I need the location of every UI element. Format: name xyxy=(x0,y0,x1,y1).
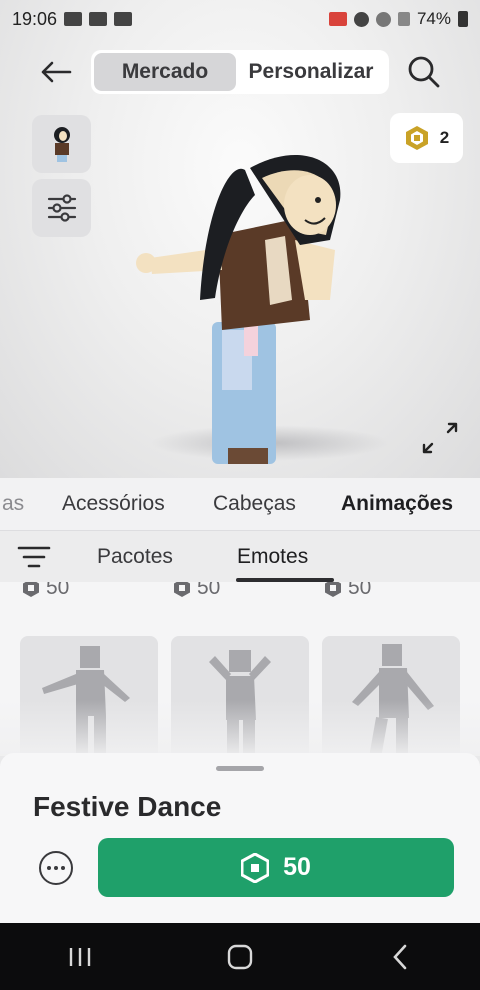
item-bottom-sheet: Festive Dance 50 xyxy=(0,753,480,923)
battery-icon xyxy=(458,11,468,27)
buy-button-price: 50 xyxy=(283,853,311,881)
robux-icon xyxy=(325,582,341,597)
filter-icon xyxy=(17,546,51,568)
wifi-icon xyxy=(375,11,391,27)
alarm-icon xyxy=(353,11,369,27)
more-icon xyxy=(47,866,51,870)
avatar-thumbnail-icon xyxy=(53,127,70,162)
search-button[interactable] xyxy=(402,52,446,92)
arrow-left-icon xyxy=(41,61,72,83)
recent-apps-button[interactable] xyxy=(50,932,110,982)
robux-count: 2 xyxy=(439,128,450,147)
more-options-button[interactable] xyxy=(39,851,73,885)
tab-mercado[interactable]: Mercado xyxy=(94,53,236,91)
robux-icon xyxy=(23,582,39,597)
robux-balance-button[interactable]: 2 xyxy=(390,113,463,163)
item-price: 50 xyxy=(22,582,69,600)
item-price-value: 50 xyxy=(197,582,221,599)
tab-category-roupas[interactable]: as xyxy=(2,492,24,516)
filter-button[interactable] xyxy=(16,543,52,573)
item-price-value: 50 xyxy=(348,582,372,599)
video-notification-icon xyxy=(114,12,133,26)
system-back-button[interactable] xyxy=(370,932,430,982)
tab-mercado-label: Mercado xyxy=(121,60,209,83)
status-time: 19:06 xyxy=(12,8,58,29)
avatar-thumbnail-button[interactable] xyxy=(32,115,91,173)
tab-category-cabecas[interactable]: Cabeças xyxy=(213,492,296,516)
cast-icon xyxy=(328,12,347,26)
search-icon xyxy=(408,56,440,88)
item-price-value: 50 xyxy=(46,582,70,599)
more-icon-dot xyxy=(61,866,65,870)
robux-icon xyxy=(174,582,190,597)
subcategory-tabs: Pacotes Emotes xyxy=(0,530,480,582)
tab-emotes[interactable]: Emotes xyxy=(237,545,308,569)
item-price: 50 xyxy=(324,582,371,600)
tab-category-animacoes[interactable]: Animações xyxy=(341,492,453,516)
adjust-view-button[interactable] xyxy=(32,179,91,237)
sliders-icon xyxy=(47,194,76,222)
item-title: Festive Dance xyxy=(33,791,222,822)
chevron-left-icon xyxy=(393,944,407,969)
play-store-notification-icon xyxy=(89,12,108,26)
gallery-notification-icon xyxy=(64,12,83,26)
more-icon-dot xyxy=(54,866,58,870)
back-button[interactable] xyxy=(34,52,78,92)
category-tabs: as Acessórios Cabeças Animações xyxy=(0,478,480,530)
system-nav-bar xyxy=(0,923,480,990)
sheet-drag-handle[interactable] xyxy=(216,766,264,771)
expand-icon xyxy=(422,422,458,454)
status-bar: 19:06 74% xyxy=(0,0,480,38)
tab-personalizar[interactable]: Personalizar xyxy=(236,53,386,91)
robux-icon xyxy=(241,852,270,883)
item-price: 50 xyxy=(173,582,220,600)
buy-button[interactable]: 50 xyxy=(98,838,454,897)
marketplace-customize-toggle[interactable]: Mercado Personalizar xyxy=(91,50,389,94)
tab-personalizar-label: Personalizar xyxy=(248,60,374,83)
home-button[interactable] xyxy=(210,932,270,982)
grid-fade xyxy=(0,700,480,756)
expand-view-button[interactable] xyxy=(420,418,460,458)
signal-icon xyxy=(397,12,410,26)
avatar-preview[interactable]: 19:06 74% Mercado Personalizar 2 xyxy=(0,0,480,478)
tab-pacotes[interactable]: Pacotes xyxy=(97,545,173,569)
recent-apps-icon xyxy=(69,947,91,966)
robux-icon xyxy=(405,126,428,150)
battery-percent: 74% xyxy=(416,9,451,28)
home-icon xyxy=(227,944,253,969)
tab-category-acessorios[interactable]: Acessórios xyxy=(62,492,165,516)
